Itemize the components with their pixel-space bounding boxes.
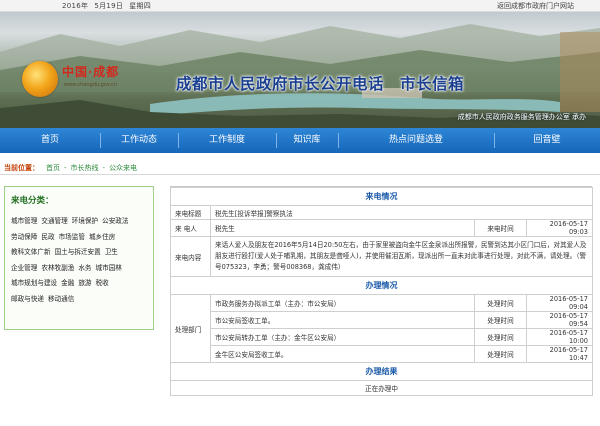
breadcrumb-separator: - (102, 164, 106, 172)
category-link[interactable]: 公安政法 (102, 214, 128, 230)
table-row: 正在办理中 (170, 380, 593, 396)
handling-time: 2016-05-17 10:00 (526, 328, 593, 346)
header-banner: 中国·成都 www.chengdu.gov.cn 成都市人民政府市长公开电话 市… (0, 12, 600, 128)
table-row: 来电内容 来话人爱人及朋友在2016年5月14日20:50左右，由于家里被盗向金… (170, 236, 593, 277)
top-bar: 2016年 5月19日 星期四 返回成都市政府门户网站 (0, 0, 600, 12)
breadcrumb-separator: - (64, 164, 67, 172)
breadcrumb-home[interactable]: 首页 (46, 164, 60, 172)
table-row: 来 电人 税先生 来电时间 2016-05-17 09:03 (170, 219, 593, 237)
content-label: 来电内容 (170, 236, 211, 277)
category-sidebar: 来电分类： 城市管理 交通管理 环境保护 公安政法 劳动保障 民政 市场监管 城乡住房 教科… (4, 186, 154, 330)
breadcrumb-label: 当前位置： (4, 164, 39, 172)
category-link[interactable]: 民政 (41, 230, 54, 246)
table-row: 处理部门 市政务服务办拟派工单（主办：市公安局） 处理时间 2016-05-17… (170, 294, 593, 363)
city-logo[interactable]: 中国·成都 www.chengdu.gov.cn (20, 58, 160, 102)
section-result: 办理结果 (170, 362, 593, 381)
nav-feedback-wall[interactable]: 回音壁 (494, 128, 600, 153)
handling-record: 市公安局转办工单（主办：金牛区公安局） (210, 328, 475, 346)
breadcrumb-public-calls[interactable]: 公众来电 (109, 164, 137, 172)
result-status: 正在办理中 (170, 380, 593, 396)
call-detail-table: 来电情况 来电标题 税先生[投诉举报]警察执法 来 电人 税先生 来电时间 20… (170, 187, 593, 396)
category-link[interactable]: 移动通信 (48, 292, 74, 308)
date-weekday: 星期四 (129, 2, 152, 10)
breadcrumb-trail: 首页 - 市长热线 - 公众来电 (46, 163, 141, 173)
section-title: 办理情况 (170, 276, 593, 295)
category-link[interactable]: 税收 (96, 276, 109, 292)
handling-time: 2016-05-17 10:47 (526, 345, 593, 363)
call-content: 来话人爱人及朋友在2016年5月14日20:50左右，由于家里被盗向金牛区金泉派… (210, 236, 593, 277)
category-link[interactable]: 劳动保障 (11, 230, 37, 246)
category-link[interactable]: 企业管理 (11, 261, 37, 277)
nav-home[interactable]: 首页 (0, 128, 100, 153)
call-time: 2016-05-17 09:03 (526, 219, 593, 237)
nav-hot-topics[interactable]: 热点问题选登 (338, 128, 494, 153)
handling-time: 2016-05-17 09:04 (526, 294, 593, 312)
section-call-info: 来电情况 (170, 187, 593, 206)
organizer-text: 成都市人民政府政务服务管理办公室 承办 (457, 113, 586, 121)
section-handling: 办理情况 (170, 276, 593, 295)
call-time-label: 来电时间 (474, 219, 527, 237)
nav-knowledge-base[interactable]: 知识库 (276, 128, 338, 153)
nav-work-rules[interactable]: 工作制度 (178, 128, 276, 153)
handling-record: 市公安局签收工单。 (210, 311, 475, 329)
handling-time-label: 处理时间 (474, 294, 527, 312)
subject-label: 来电标题 (170, 205, 211, 220)
logo-site-url: www.chengdu.gov.cn (64, 82, 117, 88)
category-link[interactable]: 城乡住房 (89, 230, 115, 246)
breadcrumb-hotline[interactable]: 市长热线 (71, 164, 99, 172)
date-year: 2016年 (62, 2, 89, 10)
nav-work-news[interactable]: 工作动态 (100, 128, 178, 153)
call-subject: 税先生[投诉举报]警察执法 (210, 205, 593, 220)
category-link[interactable]: 水务 (78, 261, 91, 277)
table-row: 来电标题 税先生[投诉举报]警察执法 (170, 205, 593, 220)
category-link[interactable]: 国土与拆迁安置 (55, 245, 101, 261)
table-row: 金牛区公安局签收工单。 处理时间 2016-05-17 10:47 (171, 345, 593, 363)
site-title: 成都市人民政府市长公开电话 市长信箱 (176, 74, 465, 93)
category-link[interactable]: 邮政与快递 (11, 292, 44, 308)
portal-link[interactable]: 返回成都市政府门户网站 (497, 1, 574, 11)
category-link[interactable]: 金融 (61, 276, 74, 292)
caller-label: 来 电人 (170, 219, 211, 237)
dept-label: 处理部门 (170, 294, 211, 363)
category-link[interactable]: 教科文体广新 (11, 245, 51, 261)
category-list: 城市管理 交通管理 环境保护 公安政法 劳动保障 民政 市场监管 城乡住房 教科文体广新 国土… (11, 214, 153, 307)
category-link[interactable]: 农林牧副渔 (41, 261, 74, 277)
breadcrumb-divider (0, 174, 600, 175)
handling-time-label: 处理时间 (474, 328, 527, 346)
category-link[interactable]: 城市规划与建设 (11, 276, 57, 292)
call-detail-panel: 来电情况 来电标题 税先生[投诉举报]警察执法 来 电人 税先生 来电时间 20… (170, 186, 593, 396)
main-nav: 首页 工作动态 工作制度 知识库 热点问题选登 回音壁 (0, 128, 600, 153)
caller-name: 税先生 (210, 219, 475, 237)
category-link[interactable]: 交通管理 (41, 214, 67, 230)
handling-record: 金牛区公安局签收工单。 (210, 345, 475, 363)
current-date: 2016年 5月19日 星期四 (62, 1, 157, 11)
category-link[interactable]: 旅游 (78, 276, 91, 292)
sidebar-title: 来电分类： (11, 196, 54, 206)
date-monthday: 5月19日 (94, 2, 124, 10)
category-link[interactable]: 市场监管 (59, 230, 85, 246)
category-link[interactable]: 城市管理 (11, 214, 37, 230)
logo-emblem-icon (22, 61, 58, 97)
table-row: 市公安局签收工单。 处理时间 2016-05-17 09:54 (171, 311, 593, 329)
handling-time: 2016-05-17 09:54 (526, 311, 593, 329)
category-link[interactable]: 卫生 (105, 245, 118, 261)
category-link[interactable]: 环境保护 (72, 214, 98, 230)
handling-time-label: 处理时间 (474, 345, 527, 363)
section-title: 来电情况 (170, 187, 593, 206)
table-row: 市公安局转办工单（主办：金牛区公安局） 处理时间 2016-05-17 10:0… (171, 328, 593, 346)
breadcrumb: 当前位置： 首页 - 市长热线 - 公众来电 (0, 162, 600, 174)
handling-time-label: 处理时间 (474, 311, 527, 329)
section-title: 办理结果 (170, 362, 593, 381)
logo-name: 中国·成都 (62, 65, 120, 79)
handling-record: 市政务服务办拟派工单（主办：市公安局） (210, 294, 475, 312)
category-link[interactable]: 城市园林 (96, 261, 122, 277)
